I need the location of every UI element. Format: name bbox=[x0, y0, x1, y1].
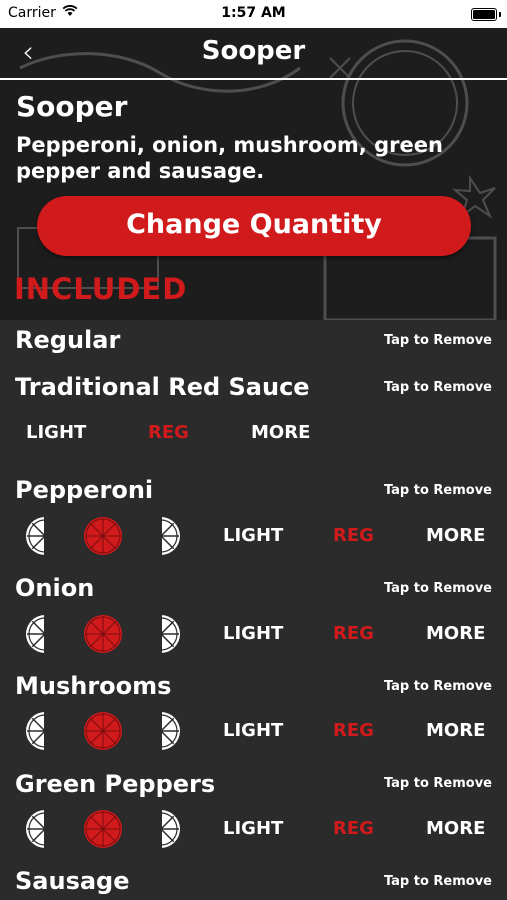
pepperoni-more-option[interactable]: MORE bbox=[426, 525, 485, 546]
remove-sauce-button[interactable]: Tap to Remove bbox=[384, 380, 492, 395]
battery-tip bbox=[499, 12, 501, 17]
green-peppers-right-placement-icon[interactable] bbox=[141, 809, 181, 849]
remove-onion-button[interactable]: Tap to Remove bbox=[384, 581, 492, 596]
pepperoni-left-placement-icon[interactable] bbox=[25, 516, 65, 556]
mushrooms-left-placement-icon[interactable] bbox=[25, 711, 65, 751]
green-peppers-light-option[interactable]: LIGHT bbox=[223, 818, 283, 839]
item-sausage-title: Sausage bbox=[15, 867, 130, 895]
green-peppers-left-placement-icon[interactable] bbox=[25, 809, 65, 849]
green-peppers-whole-placement-icon[interactable] bbox=[83, 809, 123, 849]
pepperoni-reg-option[interactable]: REG bbox=[333, 525, 374, 546]
remove-green-peppers-button[interactable]: Tap to Remove bbox=[384, 776, 492, 791]
mushrooms-light-option[interactable]: LIGHT bbox=[223, 720, 283, 741]
product-description: Pepperoni, onion, mushroom, green pepper… bbox=[16, 132, 507, 184]
sauce-more-option[interactable]: MORE bbox=[251, 422, 310, 443]
mushrooms-more-option[interactable]: MORE bbox=[426, 720, 485, 741]
product-description-line1: Pepperoni, onion, mushroom, green bbox=[16, 133, 443, 157]
mushrooms-whole-placement-icon[interactable] bbox=[83, 711, 123, 751]
item-pepperoni-title: Pepperoni bbox=[15, 476, 154, 504]
pepperoni-light-option[interactable]: LIGHT bbox=[223, 525, 283, 546]
remove-regular-button[interactable]: Tap to Remove bbox=[384, 333, 492, 348]
pepperoni-right-placement-icon[interactable] bbox=[141, 516, 181, 556]
item-green-peppers-title: Green Peppers bbox=[15, 770, 216, 798]
item-onion-title: Onion bbox=[15, 574, 95, 602]
remove-pepperoni-button[interactable]: Tap to Remove bbox=[384, 483, 492, 498]
sauce-light-option[interactable]: LIGHT bbox=[26, 422, 86, 443]
mushrooms-right-placement-icon[interactable] bbox=[141, 711, 181, 751]
product-description-line2: pepper and sausage. bbox=[16, 159, 265, 183]
nav-title: Sooper bbox=[201, 36, 306, 66]
sauce-reg-option[interactable]: REG bbox=[148, 422, 189, 443]
battery-icon bbox=[471, 8, 497, 21]
item-sauce-title: Traditional Red Sauce bbox=[15, 373, 310, 401]
onion-light-option[interactable]: LIGHT bbox=[223, 623, 283, 644]
remove-sausage-button[interactable]: Tap to Remove bbox=[384, 874, 492, 889]
onion-right-placement-icon[interactable] bbox=[141, 614, 181, 654]
status-bar: Carrier 1:57 AM bbox=[0, 0, 507, 28]
nav-bar: ‹ Sooper bbox=[0, 28, 507, 78]
item-regular-title: Regular bbox=[15, 326, 121, 354]
item-mushrooms-title: Mushrooms bbox=[15, 672, 172, 700]
nav-divider bbox=[0, 78, 507, 80]
onion-reg-option[interactable]: REG bbox=[333, 623, 374, 644]
pepperoni-whole-placement-icon[interactable] bbox=[83, 516, 123, 556]
mushrooms-reg-option[interactable]: REG bbox=[333, 720, 374, 741]
change-quantity-button[interactable]: Change Quantity bbox=[37, 196, 471, 256]
remove-mushrooms-button[interactable]: Tap to Remove bbox=[384, 679, 492, 694]
clock: 1:57 AM bbox=[221, 5, 286, 21]
onion-more-option[interactable]: MORE bbox=[426, 623, 485, 644]
green-peppers-reg-option[interactable]: REG bbox=[333, 818, 374, 839]
onion-whole-placement-icon[interactable] bbox=[83, 614, 123, 654]
included-section-label: INCLUDED bbox=[14, 272, 188, 306]
green-peppers-more-option[interactable]: MORE bbox=[426, 818, 485, 839]
onion-left-placement-icon[interactable] bbox=[25, 614, 65, 654]
product-name: Sooper bbox=[16, 90, 128, 123]
